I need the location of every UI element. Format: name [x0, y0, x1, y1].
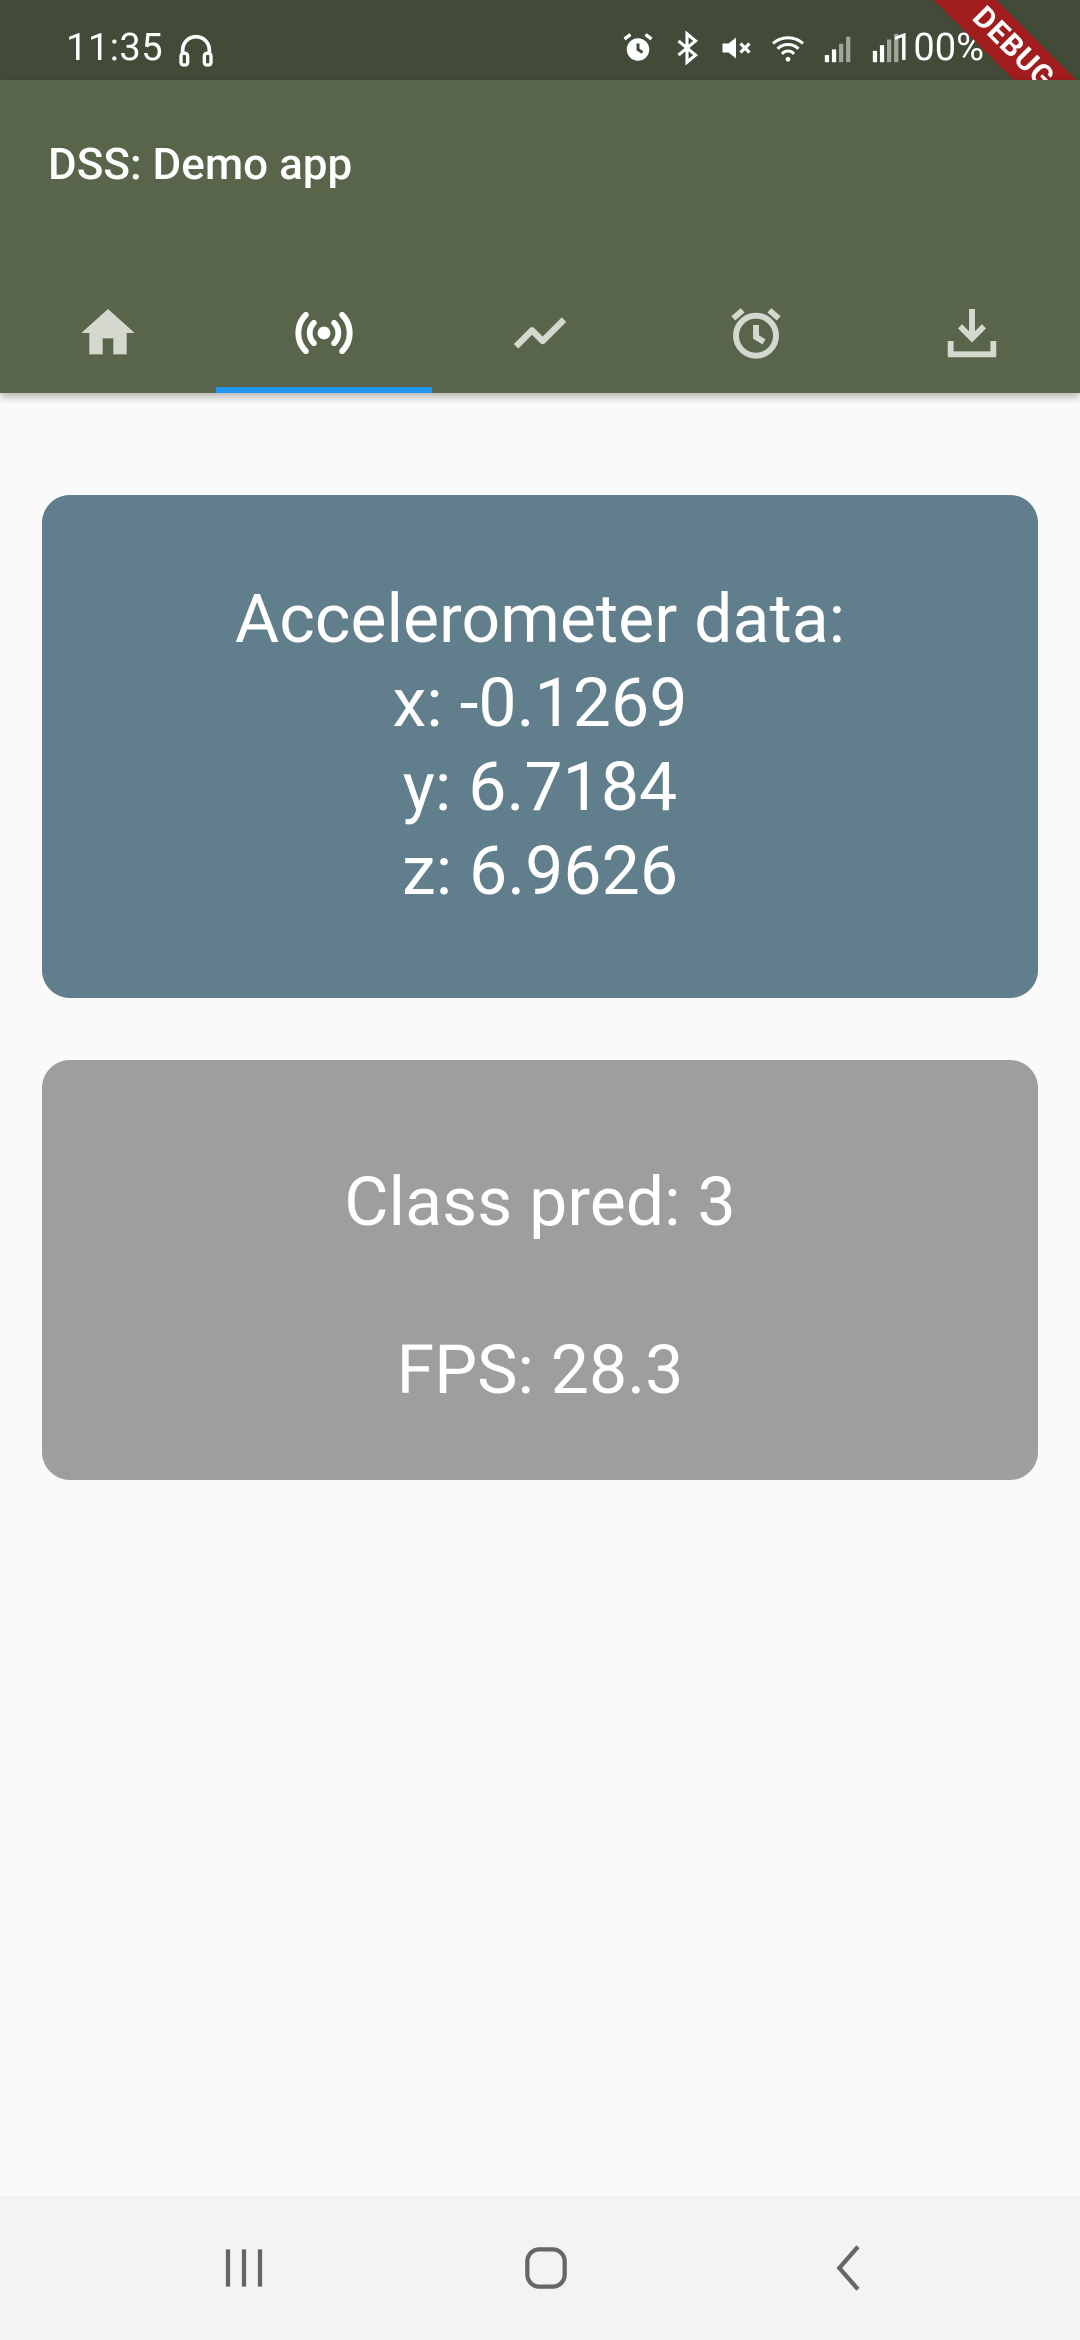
accelerometer-z: z: 6.9626: [401, 831, 679, 911]
alarm-clock-icon: [724, 301, 788, 369]
sensors-icon: [292, 301, 356, 369]
home-button-icon[interactable]: [514, 2236, 578, 2300]
status-time: 11:35: [66, 26, 164, 70]
app-title: DSS: Demo app: [48, 138, 353, 190]
home-icon: [76, 301, 140, 369]
accelerometer-card: Accelerometer data: x: -0.1269 y: 6.7184…: [42, 495, 1038, 998]
fps-text: FPS: 28.3: [396, 1330, 684, 1410]
tab-download[interactable]: [864, 276, 1080, 393]
tab-home[interactable]: [0, 276, 216, 393]
accelerometer-x: x: -0.1269: [392, 663, 688, 743]
bluetooth-icon: [670, 30, 704, 70]
tab-indicator: [216, 387, 432, 393]
mute-icon: [718, 30, 754, 70]
tab-sensors[interactable]: [216, 276, 432, 393]
tab-alarm[interactable]: [648, 276, 864, 393]
status-bar: 11:35 100% DEBUG: [0, 0, 1080, 152]
accelerometer-y: y: 6.7184: [402, 747, 678, 827]
system-nav-bar: [0, 2196, 1080, 2340]
headphones-icon: [176, 30, 216, 74]
chart-line-icon: [508, 301, 572, 369]
tab-bar: [0, 276, 1080, 393]
status-icons: [620, 30, 904, 70]
class-pred-text: Class pred: 3: [344, 1162, 736, 1242]
accelerometer-heading: Accelerometer data:: [234, 579, 846, 659]
wifi-icon: [768, 30, 808, 70]
alarm-icon: [620, 30, 656, 70]
download-icon: [940, 301, 1004, 369]
signal-icon: [822, 30, 856, 70]
recent-apps-icon[interactable]: [212, 2236, 276, 2300]
app-bar: DSS: Demo app: [0, 80, 1080, 393]
back-icon[interactable]: [818, 2236, 882, 2300]
prediction-card: Class pred: 3 FPS: 28.3: [42, 1060, 1038, 1480]
tab-chart[interactable]: [432, 276, 648, 393]
